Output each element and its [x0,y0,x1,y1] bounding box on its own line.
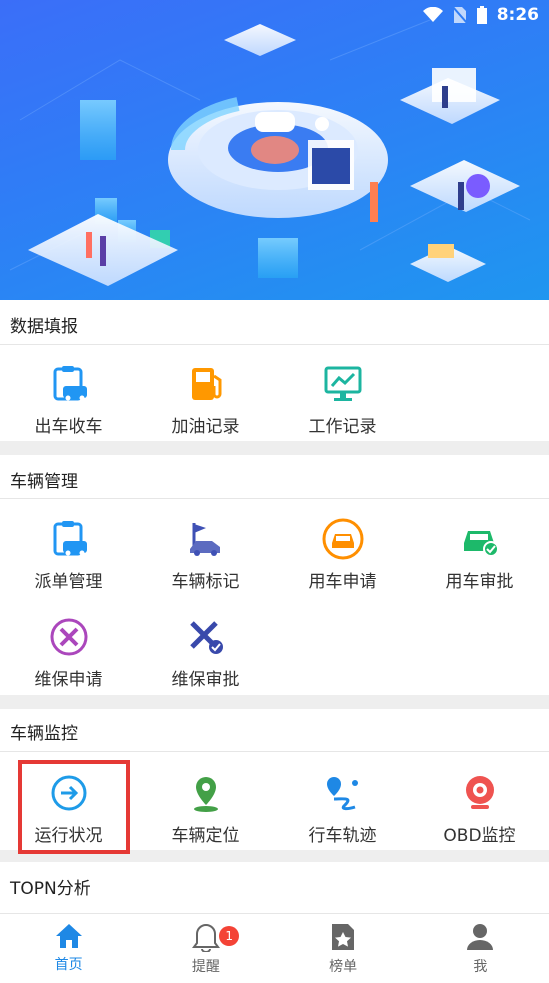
grid-item-fuel-record[interactable]: 加油记录 [137,362,274,437]
flag-car-icon [184,517,228,561]
grid-item-vehicle-mark[interactable]: 车辆标记 [137,517,274,592]
hero-banner[interactable]: 8:26 [0,0,549,300]
vehicle-clipboard-icon [47,517,91,561]
grid-item-label: 出车收车 [34,417,103,437]
app-screen: 8:26 数据填报 出车收车 加油记录 工作记录 车辆管理 派单管理 车辆标记 … [0,0,549,983]
grid-item-work-record[interactable]: 工作记录 [274,362,411,437]
vehicle-clipboard-icon [47,362,91,406]
divider [0,344,549,345]
vehicle-management-section: 车辆管理 派单管理 车辆标记 用车申请 用车审批 维保申请 维保审批 [0,455,549,695]
tools-circle-icon [47,615,91,659]
wrench-check-icon [184,615,228,659]
bell-icon [191,923,220,952]
grid-item-maintenance-request[interactable]: 维保申请 [0,615,137,690]
camera-monitor-icon [458,771,502,815]
tab-home[interactable]: 首页 [0,914,137,983]
divider [0,498,549,499]
home-icon [55,924,82,948]
user-icon [467,924,494,950]
data-report-section: 数据填报 出车收车 加油记录 工作记录 [0,300,549,441]
tab-label: 提醒 [191,959,220,975]
tab-ranking[interactable]: 榜单 [275,914,412,983]
tab-reminder[interactable]: 1 提醒 [137,914,274,983]
tab-label: 榜单 [329,959,358,975]
car-circle-icon [321,517,365,561]
section-title: 车辆监控 [10,724,78,744]
status-bar: 8:26 [422,4,539,26]
car-check-icon [458,517,502,561]
route-track-icon [321,771,365,815]
tab-label: 首页 [54,957,83,973]
topn-section: TOPN分析 [0,862,549,913]
grid-item-obd-monitor[interactable]: OBD监控 [411,771,548,846]
grid-item-label: 派单管理 [34,572,103,592]
location-pin-icon [184,771,228,815]
grid-item-maintenance-approval[interactable]: 维保审批 [137,615,274,690]
bottom-tab-bar: 首页 1 提醒 榜单 我 [0,913,549,983]
notification-badge: 1 [219,926,240,946]
fuel-pump-icon [184,362,228,406]
tab-me[interactable]: 我 [412,914,549,983]
grid-item-car-approval[interactable]: 用车审批 [411,517,548,592]
grid-item-vehicle-location[interactable]: 车辆定位 [137,771,274,846]
banner-illustration [9,19,531,286]
grid-item-label: 用车审批 [445,572,514,592]
section-title: 车辆管理 [10,472,78,492]
grid-item-label: 用车申请 [308,572,377,592]
ranking-icon [332,924,355,950]
monitor-chart-icon [321,362,365,406]
grid-item-label: OBD监控 [443,826,516,846]
grid-item-label: 行车轨迹 [308,826,377,846]
section-title: TOPN分析 [10,879,91,899]
grid-item-dispatch[interactable]: 派单管理 [0,517,137,592]
status-time: 8:26 [496,5,539,25]
no-sim-icon [452,6,467,24]
battery-icon [476,6,487,24]
grid-item-label: 车辆标记 [171,572,240,592]
grid-item-car-request[interactable]: 用车申请 [274,517,411,592]
divider [0,751,549,752]
grid-item-label: 加油记录 [171,417,240,437]
grid-item-label: 维保申请 [34,670,103,690]
grid-item-label: 工作记录 [308,417,377,437]
section-title: 数据填报 [10,317,78,337]
grid-item-label: 车辆定位 [171,826,240,846]
grid-item-driving-track[interactable]: 行车轨迹 [274,771,411,846]
highlight-box [18,760,130,854]
tab-label: 我 [473,959,488,975]
grid-item-depart-return[interactable]: 出车收车 [0,362,137,437]
wifi-icon [422,7,443,22]
grid-item-label: 维保审批 [171,670,240,690]
